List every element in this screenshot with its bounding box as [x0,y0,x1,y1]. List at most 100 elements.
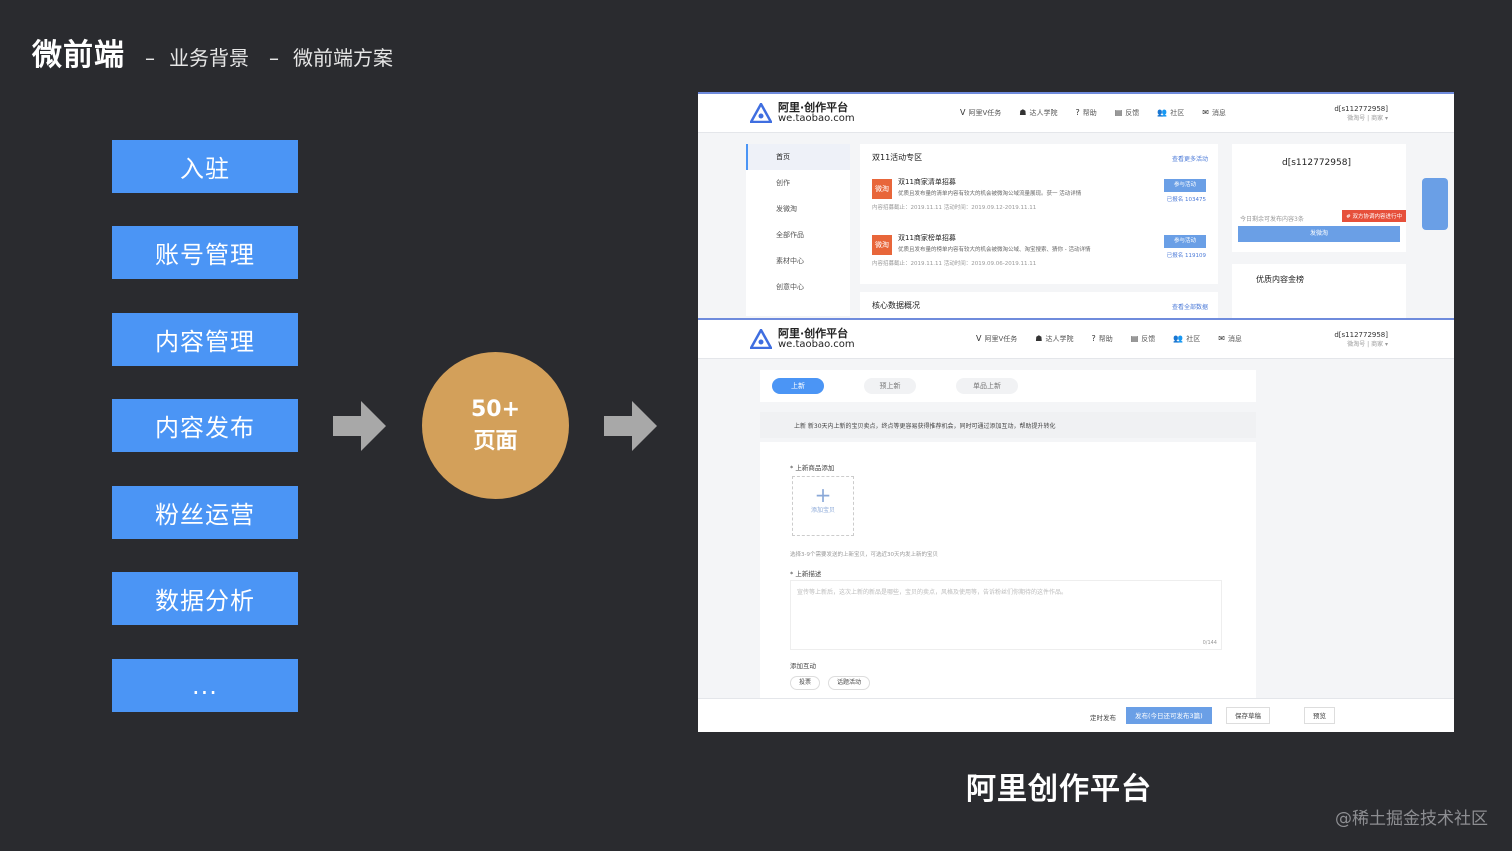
screenshot-caption: 阿里创作平台 [966,772,1152,807]
add-product-button[interactable]: + 添加宝贝 [792,476,854,536]
watermark: @稀土掘金技术社区 [1335,809,1488,829]
add-product-label: 添加宝贝 [810,507,835,514]
user-menu[interactable]: d[s112772958] 微淘号 | 商家 ▾ [1334,104,1388,124]
nav-vtask[interactable]: V 阿里V任务 [960,108,1001,118]
menu-block-settle: 入驻 [112,140,298,193]
join-activity-button[interactable]: 参与活动 [1164,179,1206,192]
nav-academy[interactable]: ☗ 达人学院 [1019,108,1057,118]
topic-chip[interactable]: 话题活动 [828,676,871,690]
community-icon: 👥 [1157,108,1168,117]
preview-button[interactable]: 预览 [1304,707,1335,724]
data-overview-title: 核心数据概况 [872,301,920,310]
logo-triangle-icon [750,103,772,123]
pages-label: 页面 [473,428,518,454]
char-count: 0/144 [1202,640,1217,646]
logo-url: we.taobao.com [778,113,855,124]
mail-icon: ✉ [1218,334,1225,343]
nav-message[interactable]: ✉ 消息 [1218,334,1242,344]
floating-toolbar[interactable] [1422,178,1448,230]
nav-feedback[interactable]: ▤ 反馈 [1131,334,1156,344]
activity-count: 已报名 119109 [1166,253,1206,259]
nav-help[interactable]: ? 帮助 [1091,334,1112,344]
user-menu[interactable]: d[s112772958] 微淘号 | 商家 ▾ [1334,330,1388,350]
menu-block-content-publish: 内容发布 [112,399,298,452]
v-icon: V [976,334,982,343]
sidebar-item-home[interactable]: 首页 [746,144,850,170]
activity-badge: 微淘 [872,179,892,199]
activity-item: 微淘 双11商家榜单招募 优质且发布量的榜单内容有较大的机会被微淘公域、淘宝搜索… [872,231,1206,275]
sidebar: 首页 创作 发微淘 全部作品 素材中心 创意中心 [746,144,850,316]
feedback-icon: ▤ [1130,334,1139,343]
community-icon: 👥 [1173,334,1184,343]
user-role: 微淘号 | 商家 ▾ [1347,115,1388,122]
activity-count: 已报名 103475 [1166,197,1206,203]
help-icon: ? [1091,334,1096,343]
publish-tip: 今日剩余可发布内容3条 [1240,216,1304,223]
platform-header: 阿里·创作平台 we.taobao.com V 阿里V任务 ☗ 达人学院 ? 帮助 ▤… [698,92,1454,133]
cap-icon: ☗ [1019,108,1027,117]
tab-single-new[interactable]: 单品上新 [956,378,1018,394]
top-nav: V 阿里V任务 ☗ 达人学院 ? 帮助 ▤ 反馈 👥 社区 ✉ 消息 [960,108,1226,118]
publish-footer: 定时发布 发布(今日还可发布3篇) 保存草稿 预览 [698,698,1454,732]
help-icon: ? [1075,108,1080,117]
pages-count: 50+ [470,396,521,422]
nav-message[interactable]: ✉ 消息 [1202,108,1226,118]
nav-vtask[interactable]: V 阿里V任务 [976,334,1017,344]
vote-chip[interactable]: 投票 [790,676,821,690]
logo-url: we.taobao.com [778,339,855,350]
sidebar-item-create[interactable]: 创作 [746,170,850,196]
slide-title: 微前端 – 业务背景 – 微前端方案 [32,30,393,74]
nav-community[interactable]: 👥 社区 [1173,334,1200,344]
feedback-icon: ▤ [1114,108,1123,117]
user-card-name: d[s112772958] [1282,158,1351,168]
join-activity-button[interactable]: 参与活动 [1164,235,1206,248]
activity-item-desc: 优质且发布量的清单内容有较大的机会被微淘公域流量展现。获一 活动详情 [898,191,1082,197]
cap-icon: ☗ [1035,334,1043,343]
activity-card: 双11活动专区 查看更多活动 微淘 双11商家清单招募 优质且发布量的清单内容有… [860,144,1218,284]
activity-item: 微淘 双11商家清单招募 优质且发布量的清单内容有较大的机会被微淘公域流量展现。… [872,175,1206,219]
platform-screenshot: 阿里·创作平台 we.taobao.com V 阿里V任务 ☗ 达人学院 ? 帮助 ▤… [698,92,1454,732]
activity-more-link[interactable]: 查看更多活动 [1172,154,1208,163]
publish-tag: # 双方协调内容进行中 [1342,210,1406,222]
interaction-label: 添加互动 [790,662,816,670]
logo-triangle-icon [750,329,772,349]
user-name: d[s112772958] [1334,331,1388,339]
publish-weitao-button[interactable]: 发微淘 [1238,226,1400,242]
menu-block-fans: 粉丝运营 [112,486,298,539]
activity-badge: 微淘 [872,235,892,255]
title-separator: – [145,46,155,70]
product-add-label: * 上新商品添加 [790,464,835,472]
activity-item-desc: 优质且发布量的榜单内容有较大的机会被微淘公域、淘宝搜索、猜你 - 活动详情 [898,247,1091,253]
description-textarea[interactable]: 宣传等上新后，这次上新的新品是哪些，宝贝的卖点，风格及使用等，告诉粉丝们你期待的… [790,580,1222,650]
arrow-right-icon [604,401,657,451]
menu-block-more: ... [112,659,298,712]
logo-name: 阿里·创作平台 [778,101,849,114]
nav-feedback[interactable]: ▤ 反馈 [1115,108,1140,118]
tab-description: 上新 新30天内上新的宝贝卖点，终点等更容易获得推荐机会，同时可通过添加互动，帮… [760,412,1256,438]
data-more-link[interactable]: 查看全部数据 [1172,302,1208,311]
rank-card: 优质内容金榜 [1232,264,1406,318]
nav-help[interactable]: ? 帮助 [1075,108,1096,118]
sidebar-item-idea[interactable]: 创意中心 [746,274,850,300]
mail-icon: ✉ [1202,108,1209,117]
nav-academy[interactable]: ☗ 达人学院 [1035,334,1073,344]
description-label: * 上新描述 [790,570,822,578]
tab-new[interactable]: 上新 [772,378,824,394]
tab-pre-new[interactable]: 预上新 [864,378,916,394]
menu-block-content-manage: 内容管理 [112,313,298,366]
sidebar-item-material[interactable]: 素材中心 [746,248,850,274]
activity-title: 双11活动专区 [872,153,923,162]
publish-button[interactable]: 发布(今日还可发布3篇) [1126,707,1212,724]
platform-logo: 阿里·创作平台 we.taobao.com [750,102,855,124]
schedule-publish[interactable]: 定时发布 [1090,712,1116,722]
title-part1: 业务背景 [169,46,249,70]
product-hint: 选择3-9个需要发送的上新宝贝，可选近30天内发上新的宝贝 [790,552,938,558]
menu-block-data: 数据分析 [112,572,298,625]
save-draft-button[interactable]: 保存草稿 [1226,707,1270,724]
platform-logo: 阿里·创作平台 we.taobao.com [750,328,855,350]
activity-item-meta: 内容招募截止：2019.11.11 活动时间：2019.09.06-2019.1… [872,261,1037,267]
platform-header: 阿里·创作平台 we.taobao.com V 阿里V任务 ☗ 达人学院 ? 帮助 ▤… [698,318,1454,359]
nav-community[interactable]: 👥 社区 [1157,108,1184,118]
sidebar-item-weitao[interactable]: 发微淘 [746,196,850,222]
sidebar-item-works[interactable]: 全部作品 [746,222,850,248]
